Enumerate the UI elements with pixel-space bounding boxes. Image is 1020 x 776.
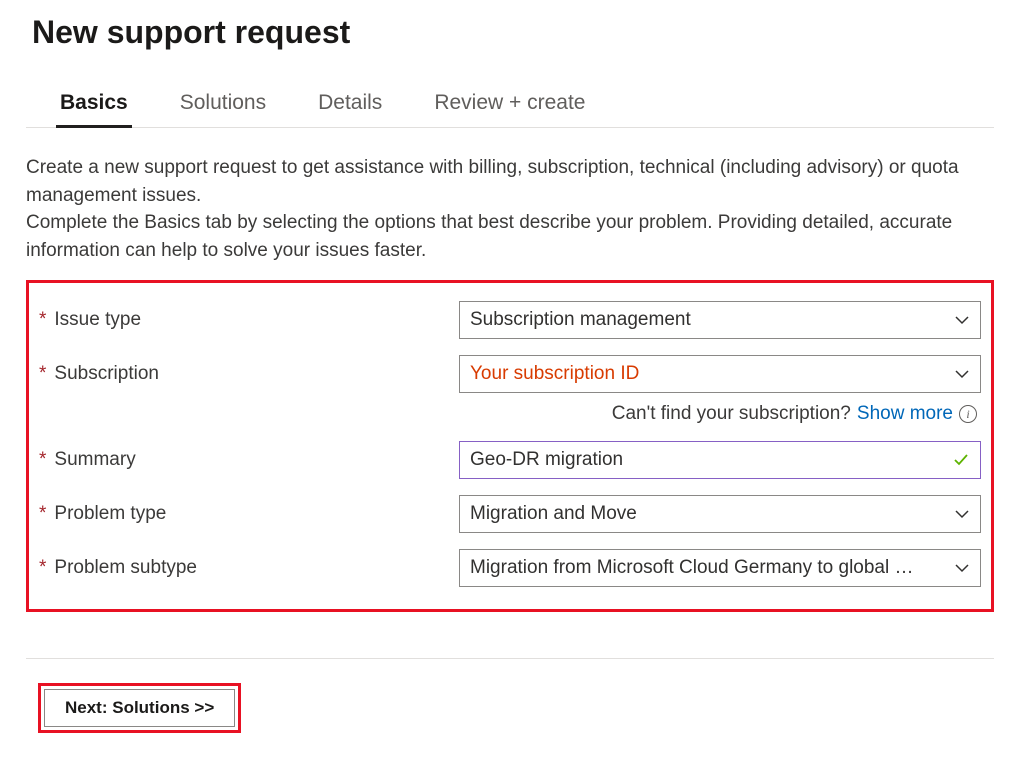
issue-type-label: Issue type (54, 309, 141, 331)
subscription-dropdown[interactable]: Your subscription ID (459, 355, 981, 393)
subscription-label: Subscription (54, 363, 159, 385)
problem-type-label: Problem type (54, 503, 166, 525)
tab-basics[interactable]: Basics (58, 81, 130, 127)
field-row-summary: * Summary Geo-DR migration (39, 441, 981, 479)
issue-type-value: Subscription management (470, 309, 691, 331)
problem-type-value: Migration and Move (470, 503, 637, 525)
chevron-down-icon (954, 506, 970, 522)
next-button-highlight: Next: Solutions >> (38, 683, 241, 733)
chevron-down-icon (954, 312, 970, 328)
summary-value: Geo-DR migration (470, 449, 623, 471)
next-solutions-button[interactable]: Next: Solutions >> (44, 689, 235, 727)
required-marker: * (39, 449, 46, 471)
subscription-helper-text: Can't find your subscription? (612, 403, 851, 425)
summary-input[interactable]: Geo-DR migration (459, 441, 981, 479)
subscription-value: Your subscription ID (470, 363, 639, 385)
footer-divider (26, 658, 994, 659)
field-row-problem-subtype: * Problem subtype Migration from Microso… (39, 549, 981, 587)
tab-bar: Basics Solutions Details Review + create (26, 81, 994, 128)
required-marker: * (39, 557, 46, 579)
field-row-problem-type: * Problem type Migration and Move (39, 495, 981, 533)
summary-label: Summary (54, 449, 135, 471)
tab-solutions[interactable]: Solutions (178, 81, 268, 127)
tab-details[interactable]: Details (316, 81, 384, 127)
chevron-down-icon (954, 560, 970, 576)
tab-review-create[interactable]: Review + create (432, 81, 587, 127)
page-title: New support request (32, 14, 994, 51)
show-more-link[interactable]: Show more (857, 403, 953, 425)
problem-subtype-dropdown[interactable]: Migration from Microsoft Cloud Germany t… (459, 549, 981, 587)
field-row-subscription: * Subscription Your subscription ID (39, 355, 981, 393)
info-icon[interactable]: i (959, 405, 977, 423)
problem-subtype-value: Migration from Microsoft Cloud Germany t… (470, 557, 914, 579)
required-marker: * (39, 363, 46, 385)
chevron-down-icon (954, 366, 970, 382)
basics-form-highlight: * Issue type Subscription management * S… (26, 280, 994, 612)
required-marker: * (39, 309, 46, 331)
problem-type-dropdown[interactable]: Migration and Move (459, 495, 981, 533)
issue-type-dropdown[interactable]: Subscription management (459, 301, 981, 339)
intro-line-2: Complete the Basics tab by selecting the… (26, 212, 952, 261)
problem-subtype-label: Problem subtype (54, 557, 197, 579)
required-marker: * (39, 503, 46, 525)
intro-text: Create a new support request to get assi… (26, 154, 994, 264)
check-icon (952, 451, 970, 469)
subscription-helper: Can't find your subscription? Show more … (39, 403, 981, 425)
intro-line-1: Create a new support request to get assi… (26, 157, 959, 206)
field-row-issue-type: * Issue type Subscription management (39, 301, 981, 339)
